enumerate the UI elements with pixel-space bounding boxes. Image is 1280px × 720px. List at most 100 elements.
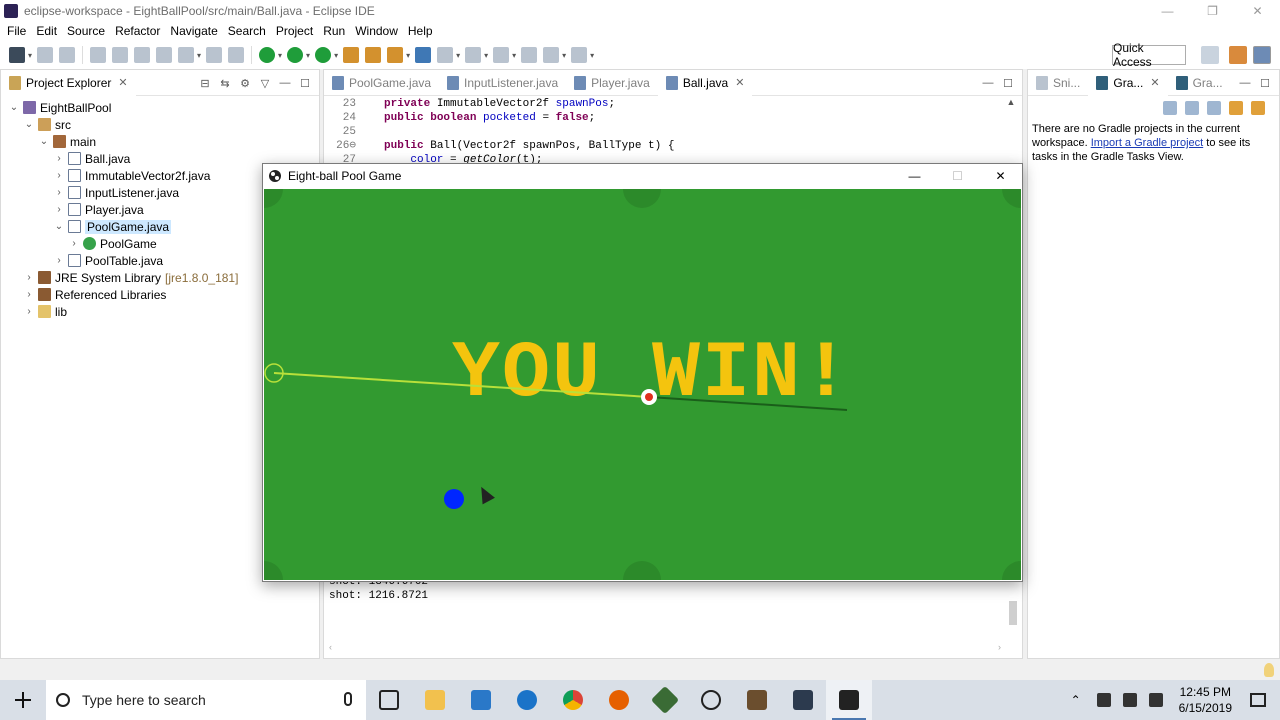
tab-snippets[interactable]: Sni... xyxy=(1028,70,1088,96)
menu-edit[interactable]: Edit xyxy=(31,24,62,38)
last-edit-icon[interactable] xyxy=(521,47,538,63)
game-minimize-button[interactable]: — xyxy=(893,164,936,188)
chrome-button[interactable] xyxy=(550,680,596,720)
collapse-all-icon[interactable] xyxy=(1185,101,1199,115)
edge-button[interactable] xyxy=(504,680,550,720)
maximize-icon[interactable]: ☐ xyxy=(1257,77,1273,90)
git-button[interactable] xyxy=(642,680,688,720)
java-ee-perspective-icon[interactable] xyxy=(1229,46,1247,64)
save-icon[interactable] xyxy=(37,47,54,63)
expand-icon[interactable]: › xyxy=(67,238,81,249)
save-all-icon[interactable] xyxy=(59,47,76,63)
scroll-right-icon[interactable]: › xyxy=(998,642,1001,654)
search-icon[interactable] xyxy=(437,47,454,63)
minecraft-button[interactable] xyxy=(734,680,780,720)
expand-icon[interactable]: ⌄ xyxy=(7,102,21,113)
print-icon[interactable] xyxy=(206,47,223,63)
link-editor-icon[interactable]: ⇆ xyxy=(217,77,233,90)
import-gradle-project-link[interactable]: Import a Gradle project xyxy=(1091,137,1204,149)
blue-ball[interactable] xyxy=(444,489,464,509)
expand-icon[interactable]: ⌄ xyxy=(37,136,51,147)
expand-icon[interactable]: › xyxy=(52,153,66,164)
chevron-down-icon[interactable]: ▾ xyxy=(590,51,594,60)
open-type-icon[interactable] xyxy=(178,47,195,63)
menu-run[interactable]: Run xyxy=(318,24,350,38)
chevron-down-icon[interactable]: ▾ xyxy=(562,51,566,60)
minimize-icon[interactable]: — xyxy=(1237,77,1253,89)
tab-player-java[interactable]: Player.java xyxy=(566,70,658,96)
console-scrollbar[interactable] xyxy=(1006,597,1020,637)
volume-icon[interactable] xyxy=(1148,693,1163,707)
eclipse-button[interactable] xyxy=(826,680,872,720)
scroll-left-icon[interactable]: ‹ xyxy=(329,642,332,654)
close-icon[interactable]: ✕ xyxy=(118,76,127,89)
next-annotation-icon[interactable] xyxy=(465,47,482,63)
new-icon[interactable] xyxy=(9,47,25,63)
menu-navigate[interactable]: Navigate xyxy=(165,24,222,38)
java-perspective-icon[interactable] xyxy=(1253,46,1271,64)
microphone-icon[interactable] xyxy=(344,692,352,706)
menu-help[interactable]: Help xyxy=(403,24,438,38)
expand-icon[interactable]: › xyxy=(52,170,66,181)
filter-icon[interactable] xyxy=(1207,101,1221,115)
toggle-mark-icon[interactable] xyxy=(228,47,245,63)
tab-ball-java[interactable]: Ball.java ✕ xyxy=(657,69,753,96)
expand-icon[interactable]: › xyxy=(22,289,36,300)
tab-project-explorer[interactable]: Project Explorer ✕ xyxy=(1,69,136,96)
collapse-all-icon[interactable]: ⊟ xyxy=(197,77,213,90)
tab-gradle-tasks[interactable]: Gra... ✕ xyxy=(1088,69,1168,96)
run-icon[interactable] xyxy=(287,47,304,63)
horizontal-scrollbar[interactable]: ‹ › xyxy=(329,642,1001,654)
pen-icon[interactable] xyxy=(387,47,404,63)
chevron-down-icon[interactable]: ▾ xyxy=(28,51,32,60)
game-title-bar[interactable]: Eight-ball Pool Game — ☐ ✕ xyxy=(263,164,1022,188)
maximize-icon[interactable]: ☐ xyxy=(297,77,313,90)
globe-icon[interactable] xyxy=(415,47,432,63)
expand-icon[interactable]: › xyxy=(52,255,66,266)
expand-icon[interactable]: › xyxy=(22,272,36,283)
show-hidden-icons-icon[interactable]: ⌃ xyxy=(1071,693,1085,707)
close-icon[interactable]: ✕ xyxy=(1150,76,1159,89)
expand-icon[interactable]: › xyxy=(22,306,36,317)
tab-inputlistener-java[interactable]: InputListener.java xyxy=(439,70,566,96)
minimize-button[interactable]: — xyxy=(1145,0,1190,21)
expand-icon[interactable]: › xyxy=(52,204,66,215)
battery-icon[interactable] xyxy=(1096,693,1111,707)
restore-button[interactable]: ❐ xyxy=(1190,0,1235,21)
quick-access-field[interactable]: Quick Access xyxy=(1112,41,1186,69)
open-folder-icon[interactable] xyxy=(365,47,382,63)
app-button[interactable] xyxy=(780,680,826,720)
close-icon[interactable]: ✕ xyxy=(735,76,744,89)
network-icon[interactable] xyxy=(1122,693,1137,707)
chevron-down-icon[interactable]: ▾ xyxy=(197,51,201,60)
expand-icon[interactable]: ⌄ xyxy=(52,221,66,232)
tree-item[interactable]: ⌄ EightBallPool xyxy=(1,99,319,116)
menu-search[interactable]: Search xyxy=(223,24,271,38)
chevron-down-icon[interactable]: ▾ xyxy=(278,51,282,60)
refresh-icon[interactable] xyxy=(1229,101,1243,115)
start-button[interactable] xyxy=(0,680,46,720)
taskbar-search[interactable]: Type here to search xyxy=(46,680,366,720)
coverage-icon[interactable] xyxy=(315,47,332,63)
unity-button[interactable] xyxy=(688,680,734,720)
expand-icon[interactable]: › xyxy=(52,187,66,198)
menu-source[interactable]: Source xyxy=(62,24,110,38)
lightbulb-icon[interactable] xyxy=(1264,663,1274,677)
forward-icon[interactable] xyxy=(571,47,588,63)
external-tools-icon[interactable] xyxy=(343,47,360,63)
task-view-button[interactable] xyxy=(366,680,412,720)
menu-file[interactable]: File xyxy=(2,24,31,38)
chevron-down-icon[interactable]: ▾ xyxy=(512,51,516,60)
close-button[interactable]: ✕ xyxy=(1235,0,1280,21)
notification-icon[interactable] xyxy=(1250,693,1266,707)
menu-refactor[interactable]: Refactor xyxy=(110,24,165,38)
tree-item[interactable]: ⌄ src xyxy=(1,116,319,133)
menu-project[interactable]: Project xyxy=(271,24,318,38)
link-icon[interactable] xyxy=(1251,101,1265,115)
chevron-down-icon[interactable]: ▾ xyxy=(456,51,460,60)
chevron-down-icon[interactable]: ▾ xyxy=(334,51,338,60)
tab-gradle-executions[interactable]: Gra... xyxy=(1168,70,1231,96)
file-explorer-button[interactable] xyxy=(412,680,458,720)
chevron-down-icon[interactable]: ▾ xyxy=(406,51,410,60)
scroll-thumb[interactable] xyxy=(1009,601,1017,625)
